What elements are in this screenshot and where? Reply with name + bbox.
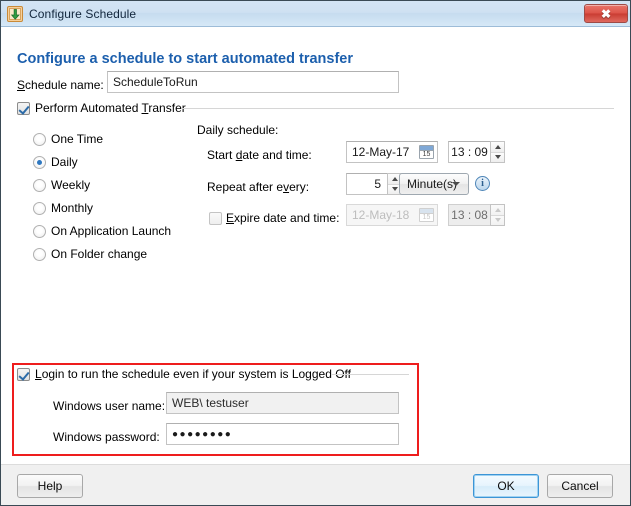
perform-automated-transfer-checkbox[interactable] bbox=[17, 102, 30, 115]
start-date-time-label: Start date and time: bbox=[207, 148, 312, 162]
start-time-input[interactable]: 13 : 09 bbox=[448, 141, 491, 163]
close-button[interactable]: ✖ bbox=[584, 4, 628, 23]
repeat-value-input[interactable]: 5 bbox=[346, 173, 388, 195]
expire-date-time-checkbox[interactable] bbox=[209, 212, 222, 225]
group-separator-login bbox=[331, 374, 409, 375]
page-title: Configure a schedule to start automated … bbox=[17, 50, 353, 67]
expire-spinner-up bbox=[491, 205, 504, 215]
schedule-name-value: ScheduleToRun bbox=[113, 75, 198, 89]
radio-monthly-label: Monthly bbox=[51, 201, 94, 215]
cancel-button-label: Cancel bbox=[561, 479, 599, 493]
radio-on-folder-change-label: On Folder change bbox=[51, 247, 148, 261]
expire-date-value: 12-May-18 bbox=[352, 208, 410, 222]
schedule-transfer-icon bbox=[7, 5, 23, 22]
login-logged-off-label: Login to run the schedule even if your s… bbox=[35, 367, 351, 381]
help-button[interactable]: Help bbox=[17, 474, 83, 498]
radio-monthly[interactable] bbox=[33, 202, 46, 215]
chevron-down-icon bbox=[494, 218, 501, 223]
calendar-icon-expire: 15 bbox=[419, 208, 434, 222]
radio-daily[interactable] bbox=[33, 156, 46, 169]
configure-schedule-dialog: Configure Schedule ✖ Configure a schedul… bbox=[0, 0, 631, 506]
windows-user-name-label: Windows user name: bbox=[53, 399, 166, 413]
repeat-after-every-label: Repeat after every: bbox=[207, 180, 310, 194]
expire-date-time-label: Expire date and time: bbox=[226, 211, 340, 225]
expire-time-input: 13 : 08 bbox=[448, 204, 491, 226]
chevron-up-icon bbox=[494, 144, 501, 149]
radio-one-time-label: One Time bbox=[51, 132, 104, 146]
windows-password-value: ●●●●●●●● bbox=[172, 428, 233, 440]
repeat-value: 5 bbox=[374, 177, 381, 191]
schedule-name-input[interactable]: ScheduleToRun bbox=[107, 71, 399, 93]
windows-user-name-input[interactable]: WEB\ testuser bbox=[166, 392, 399, 414]
chevron-down-icon bbox=[452, 182, 460, 186]
chevron-down-icon bbox=[494, 155, 501, 160]
start-time-spinner-down[interactable] bbox=[491, 151, 504, 162]
start-time-spinner[interactable] bbox=[490, 141, 505, 163]
radio-weekly[interactable] bbox=[33, 179, 46, 192]
start-time-spinner-up[interactable] bbox=[491, 142, 504, 152]
expire-time-spinner bbox=[490, 204, 505, 226]
calendar-icon-start[interactable]: 15 bbox=[419, 145, 434, 159]
calendar-day-expire: 15 bbox=[422, 214, 431, 221]
calendar-day-start: 15 bbox=[422, 151, 431, 158]
info-icon[interactable]: i bbox=[475, 176, 490, 191]
radio-on-application-launch[interactable] bbox=[33, 225, 46, 238]
radio-daily-label: Daily bbox=[51, 155, 78, 169]
group-separator-transfer bbox=[182, 108, 614, 109]
expire-time-value: 13 : 08 bbox=[451, 208, 488, 222]
radio-on-application-launch-label: On Application Launch bbox=[51, 224, 172, 238]
daily-schedule-title: Daily schedule: bbox=[197, 123, 279, 137]
login-logged-off-checkbox[interactable] bbox=[17, 368, 30, 381]
chevron-down-icon bbox=[391, 187, 398, 192]
start-time-value: 13 : 09 bbox=[451, 145, 488, 159]
chevron-up-icon bbox=[391, 176, 398, 181]
cancel-button[interactable]: Cancel bbox=[547, 474, 613, 498]
help-button-label: Help bbox=[37, 479, 63, 493]
close-icon: ✖ bbox=[600, 6, 612, 21]
ok-button-label: OK bbox=[497, 479, 515, 493]
windows-password-label: Windows password: bbox=[53, 430, 160, 444]
repeat-unit-dropdown[interactable]: Minute(s) bbox=[399, 173, 469, 195]
windows-password-input[interactable]: ●●●●●●●● bbox=[166, 423, 399, 445]
radio-weekly-label: Weekly bbox=[51, 178, 91, 192]
start-date-value: 12-May-17 bbox=[352, 145, 410, 159]
ok-button[interactable]: OK bbox=[473, 474, 539, 498]
title-bar: Configure Schedule ✖ bbox=[1, 1, 630, 27]
repeat-unit-value: Minute(s) bbox=[407, 177, 458, 191]
expire-spinner-down bbox=[491, 214, 504, 225]
dialog-footer: Help OK Cancel bbox=[1, 464, 630, 505]
chevron-up-icon bbox=[494, 207, 501, 212]
radio-on-folder-change[interactable] bbox=[33, 248, 46, 261]
dialog-content: Configure a schedule to start automated … bbox=[1, 27, 630, 464]
perform-automated-transfer-label: Perform Automated Transfer bbox=[35, 101, 186, 115]
windows-user-name-value: WEB\ testuser bbox=[172, 396, 249, 410]
window-title: Configure Schedule bbox=[29, 6, 137, 21]
radio-one-time[interactable] bbox=[33, 133, 46, 146]
schedule-name-label: Schedule name: bbox=[17, 78, 104, 92]
